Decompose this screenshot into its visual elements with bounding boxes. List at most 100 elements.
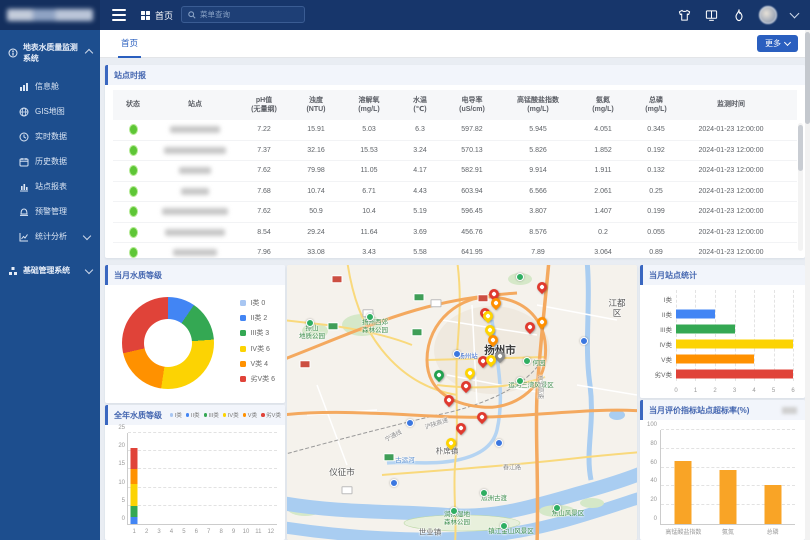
map-poi-blue[interactable] <box>390 479 398 487</box>
map-pin-red[interactable] <box>459 379 473 393</box>
sidebar-collapse-icon[interactable] <box>112 9 126 21</box>
cell-value: 6.3 <box>397 126 443 133</box>
y-tick: 25 <box>107 425 125 431</box>
legend-item[interactable]: I类 <box>170 411 182 419</box>
table-row[interactable]: 7.3732.1615.533.24570.135.8261.8520.1922… <box>113 141 797 162</box>
menu-search-input[interactable]: 菜单查询 <box>181 6 305 23</box>
chevron-down-icon[interactable] <box>790 9 800 19</box>
hbar-row: I类 <box>648 292 793 307</box>
map-poi-green[interactable] <box>450 507 458 515</box>
sidebar-item-统计分析[interactable]: 统计分析 <box>0 224 100 249</box>
search-icon <box>188 11 196 19</box>
map-pin-orange[interactable] <box>535 315 549 329</box>
legend-marker <box>240 315 246 321</box>
legend-item[interactable]: II类 <box>186 411 200 419</box>
col-header: 监测时间 <box>681 100 781 109</box>
y-tick: 100 <box>640 422 657 428</box>
legend-item[interactable]: I类 0 <box>240 298 275 308</box>
map[interactable]: 扬州市江都区仪征市扬州西郊 森林公园捺山 地质公园何园运河三湾风景区瓜洲古渡焦山… <box>287 265 637 540</box>
legend-item[interactable]: 劣V类 <box>261 411 281 419</box>
map-poi-blue[interactable] <box>406 419 414 427</box>
cell-value: 50.9 <box>291 208 341 215</box>
map-pin-green[interactable] <box>432 368 446 382</box>
layout-screen-icon[interactable] <box>705 9 718 22</box>
map-poi-green[interactable] <box>553 504 561 512</box>
col-header: 站点 <box>153 100 237 109</box>
sidebar-item-信息舱[interactable]: 信息舱 <box>0 74 100 99</box>
hbar-row: III类 <box>648 322 793 337</box>
map-pin-yellow[interactable] <box>444 436 458 450</box>
page-scrollbar[interactable] <box>805 30 810 540</box>
map-label-road: 宁通线 <box>384 430 403 445</box>
map-pin-red[interactable] <box>454 421 468 435</box>
sidebar-item-站点报表[interactable]: 站点报表 <box>0 174 100 199</box>
map-poi-green[interactable] <box>500 522 508 530</box>
map-pin-red[interactable] <box>523 320 537 334</box>
panel-title: 全年水质等级 <box>108 410 162 421</box>
map-poi-green[interactable] <box>523 357 531 365</box>
sidebar-group-surface-water[interactable]: 地表水质量监测系统 <box>0 30 100 74</box>
nav-home[interactable]: 首页 <box>141 0 173 30</box>
sidebar-group-basic-mgmt[interactable]: 基础管理系统 <box>0 253 100 286</box>
cell-value: 79.98 <box>291 167 341 174</box>
map-poi-green[interactable] <box>516 273 524 281</box>
table-scrollbar-thumb[interactable] <box>798 125 803 171</box>
table-row[interactable]: 8.5429.2411.643.69456.768.5760.20.055202… <box>113 223 797 244</box>
legend-item[interactable]: 劣V类 6 <box>240 374 275 384</box>
table-row[interactable]: 7.6250.910.45.19596.453.8071.4070.199202… <box>113 202 797 223</box>
map-poi-green[interactable] <box>480 489 488 497</box>
grid-icon <box>141 11 150 20</box>
map-pin-red[interactable] <box>475 410 489 424</box>
user-avatar[interactable] <box>759 6 777 24</box>
sidebar-item-实时数据[interactable]: 实时数据 <box>0 124 100 149</box>
cell-value: 570.13 <box>443 147 501 154</box>
panel-month-station-stats: 当月站点统计 0123456I类II类III类IV类V类劣V类 <box>640 265 805 398</box>
sidebar-item-预警管理[interactable]: 预警管理 <box>0 199 100 224</box>
table-scrollbar[interactable] <box>798 123 803 251</box>
map-poi-blue[interactable] <box>495 439 503 447</box>
flame-icon[interactable] <box>732 9 745 22</box>
map-pin-red[interactable] <box>535 280 549 294</box>
map-poi-blue[interactable] <box>580 337 588 345</box>
x-tick: 3 <box>157 529 160 535</box>
legend-item[interactable]: IV类 <box>223 411 239 419</box>
map-poi-green[interactable] <box>516 377 524 385</box>
table-row[interactable]: 7.2215.915.036.3597.825.9454.0510.345202… <box>113 120 797 141</box>
sidebar-group-title: 地表水质量监测系统 <box>23 42 81 64</box>
tab-home[interactable]: 首页 <box>118 30 141 58</box>
legend-item[interactable]: IV类 6 <box>240 344 275 354</box>
legend-item[interactable]: II类 2 <box>240 313 275 323</box>
sidebar-item-GIS地图[interactable]: GIS地图 <box>0 99 100 124</box>
cell-value: 32.16 <box>291 147 341 154</box>
cell-value: 33.08 <box>291 249 341 256</box>
map-label-road: 春江路 <box>503 465 521 472</box>
map-pin-yellow[interactable] <box>463 366 477 380</box>
table-row[interactable]: 7.6810.746.714.43603.946.5662.0610.25202… <box>113 182 797 203</box>
x-tick: 11 <box>255 529 261 535</box>
map-label-road: 京沪高速 <box>535 375 542 399</box>
legend-marker <box>240 346 246 352</box>
more-button[interactable]: 更多 <box>757 35 798 52</box>
legend-item[interactable]: III类 <box>204 411 219 419</box>
theme-skin-icon[interactable] <box>678 9 691 22</box>
bar <box>676 310 715 319</box>
legend-item[interactable]: V类 4 <box>240 359 275 369</box>
stacked-bar <box>242 433 249 524</box>
legend-item[interactable]: V类 <box>243 411 257 419</box>
table-row[interactable]: 7.9633.083.435.58641.957.893.0640.892024… <box>113 243 797 258</box>
bar <box>676 339 793 348</box>
map-poi-green[interactable] <box>306 319 314 327</box>
map-poi-green[interactable] <box>366 313 374 321</box>
table-row[interactable]: 7.6279.9811.054.17582.919.9141.9110.1322… <box>113 161 797 182</box>
map-pin-red[interactable] <box>442 393 456 407</box>
cell-value: 4.051 <box>575 126 631 133</box>
legend-item[interactable]: III类 3 <box>240 328 275 338</box>
x-tick: 7 <box>207 529 210 535</box>
sidebar-item-label: 历史数据 <box>35 156 67 167</box>
map-poi-blue[interactable] <box>453 350 461 358</box>
sidebar-item-历史数据[interactable]: 历史数据 <box>0 149 100 174</box>
report-icon <box>19 182 29 192</box>
page-scrollbar-thumb[interactable] <box>805 32 810 124</box>
stacked-bar <box>156 433 163 524</box>
hbar-row: IV类 <box>648 336 793 351</box>
